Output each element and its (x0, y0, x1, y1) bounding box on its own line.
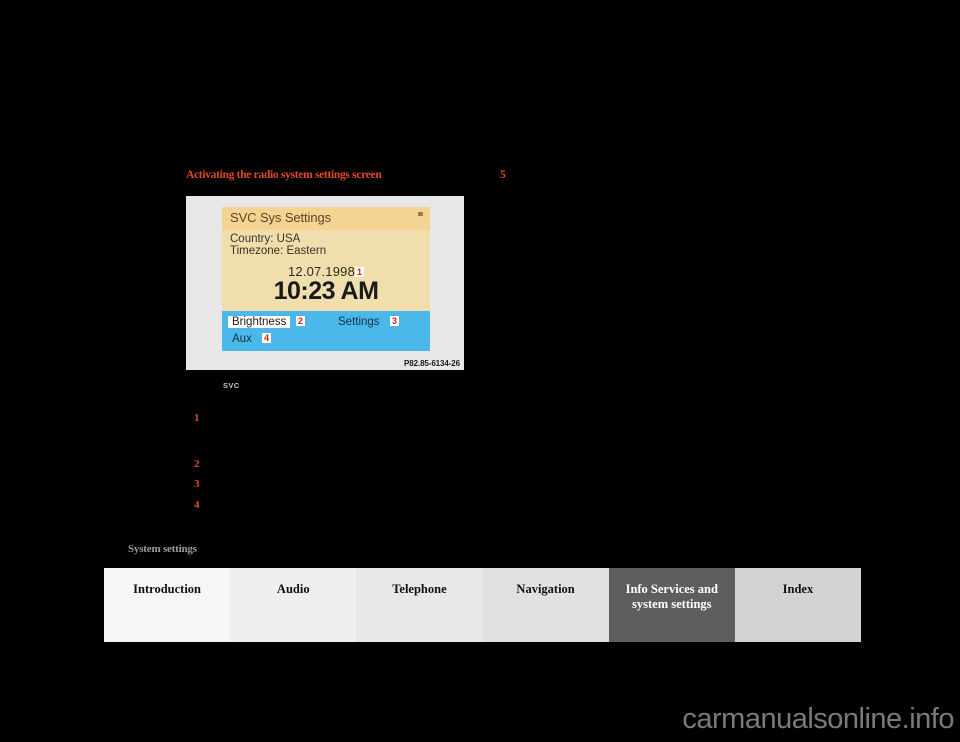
tab-index[interactable]: Index (734, 568, 862, 642)
tab-introduction[interactable]: Introduction (104, 568, 231, 642)
callout-list-number-3: 3 (194, 478, 200, 490)
callout-list-number-4: 4 (194, 499, 200, 511)
tab-info-services-and-system-settings[interactable]: Info Services and system settings (608, 568, 735, 642)
callout-list-text-1: Date and time display (212, 413, 300, 424)
tab-label: Index (782, 582, 814, 596)
callout-list-text-3: Settings (212, 479, 245, 490)
chapter-tab-bar: Introduction Audio Telephone Navigation … (104, 568, 862, 642)
time-row: 10:23 AM (222, 277, 430, 306)
time-value: 10:23 AM (273, 277, 379, 305)
callout-list-number-2: 2 (194, 458, 200, 470)
callout-list-number-1: 1 (194, 412, 200, 424)
heading-callout-marker: 5 (500, 169, 506, 181)
tab-navigation[interactable]: Navigation (482, 568, 609, 642)
callout-list-text-4: Aux (212, 500, 230, 511)
screen-title: SVC Sys Settings (230, 210, 331, 225)
tab-label: Navigation (516, 582, 575, 596)
tab-label: Telephone (392, 582, 447, 596)
figure-caption: SVC (223, 381, 240, 390)
subsection-heading: System settings (128, 543, 197, 555)
section-heading: Activating the radio system settings scr… (186, 169, 382, 181)
timezone-row: Timezone: Eastern (230, 245, 327, 257)
callout-list-text-2: Brightness (212, 459, 255, 470)
softkey-brightness[interactable]: Brightness (228, 316, 291, 328)
figure-part-number: P82.85-6134-26 (404, 359, 460, 368)
softkey-aux[interactable]: Aux (232, 333, 252, 345)
softkey-settings[interactable]: Settings (338, 316, 380, 328)
tab-label: Introduction (133, 582, 201, 596)
tab-telephone[interactable]: Telephone (356, 568, 483, 642)
radio-display-screen: SVC Sys Settings Country: USA Timezone: … (222, 207, 430, 351)
callout-badge-4: 4 (262, 333, 272, 343)
signal-indicator-icon (418, 212, 423, 216)
callout-badge-1: 1 (355, 267, 365, 278)
screen-softkey-bar: Brightness 2 Settings 3 Aux 4 (222, 311, 430, 351)
figure-frame: SVC Sys Settings Country: USA Timezone: … (186, 196, 464, 370)
country-row: Country: USA (230, 233, 301, 245)
tab-label: Audio (276, 582, 310, 596)
callout-badge-2: 2 (296, 316, 306, 326)
callout-badge-3: 3 (390, 316, 400, 326)
tab-audio[interactable]: Audio (230, 568, 357, 642)
site-watermark: carmanualsonline.info (682, 703, 954, 735)
tab-label: Info Services and system settings (625, 582, 718, 611)
